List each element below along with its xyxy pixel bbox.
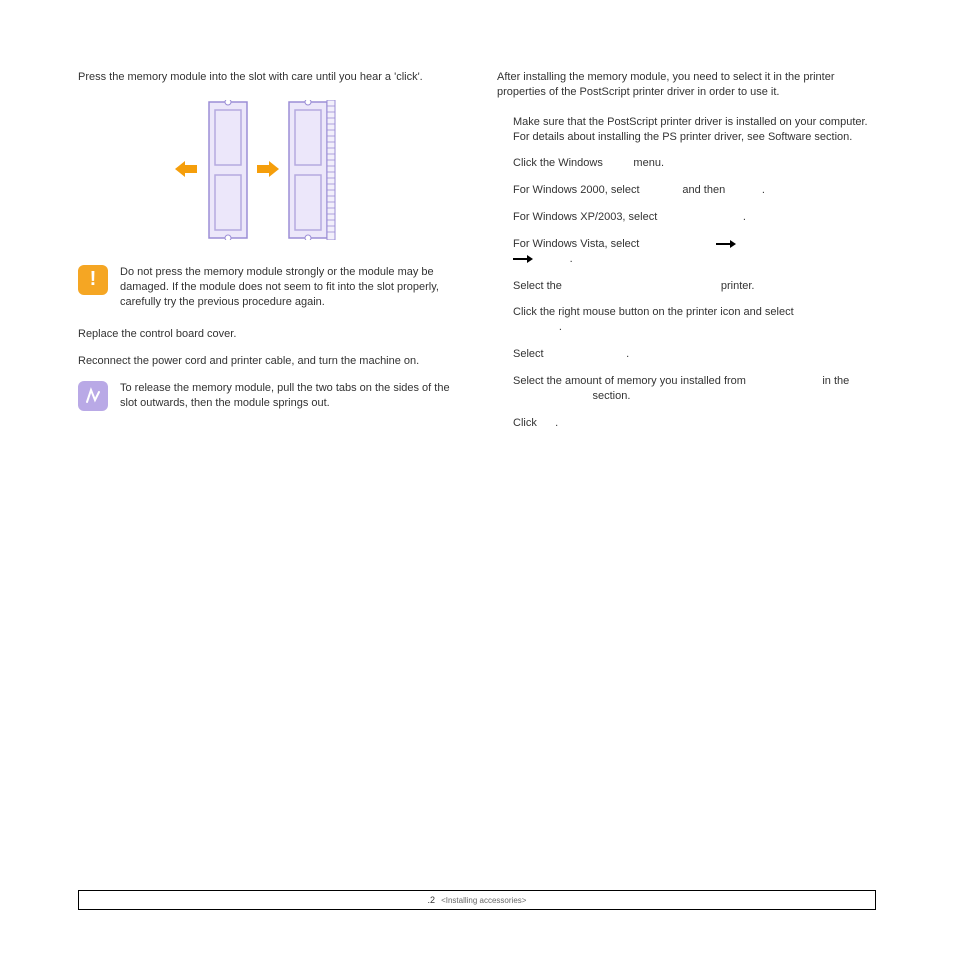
- text: .: [552, 417, 558, 429]
- step-win2000: For Windows 2000, select and then .: [513, 183, 876, 198]
- warning-text: Do not press the memory module strongly …: [120, 265, 457, 310]
- tip-text: To release the memory module, pull the t…: [120, 381, 457, 411]
- arrow-icon: [513, 255, 533, 263]
- step-driver-install: Make sure that the PostScript printer dr…: [513, 115, 876, 145]
- text: For Windows 2000, select: [513, 184, 643, 196]
- page-footer: .2 <Installing accessories>: [78, 890, 876, 910]
- text: .: [559, 321, 562, 333]
- text: Click the Windows: [513, 157, 606, 169]
- module-insert-right: [283, 100, 333, 240]
- text: Click: [513, 417, 540, 429]
- text: Select the: [513, 280, 565, 292]
- text: .: [567, 253, 573, 265]
- step-click-ok: Click .: [513, 416, 876, 431]
- memory-module-slot-icon: [283, 100, 339, 240]
- step-winxp2003: For Windows XP/2003, select .: [513, 210, 876, 225]
- module-insert-left: [203, 100, 253, 240]
- text: menu.: [630, 157, 664, 169]
- text: .: [623, 348, 629, 360]
- memory-module-illustration: [78, 100, 457, 240]
- intro-text: After installing the memory module, you …: [497, 70, 876, 100]
- arrow-left-icon: [175, 160, 199, 178]
- warning-note: ! Do not press the memory module strongl…: [78, 265, 457, 310]
- text: and then: [679, 184, 728, 196]
- text: section.: [589, 390, 630, 402]
- note-icon: [78, 381, 108, 411]
- step-winvista: For Windows Vista, select .: [513, 237, 876, 267]
- step-select-printer: Select the printer.: [513, 279, 876, 294]
- text: For Windows XP/2003, select: [513, 211, 660, 223]
- text: printer.: [718, 280, 755, 292]
- step-right-click: Click the right mouse button on the prin…: [513, 305, 876, 335]
- step-select-memory: Select the amount of memory you installe…: [513, 374, 876, 404]
- text: Select the amount of memory you installe…: [513, 375, 749, 387]
- step-reconnect: Reconnect the power cord and printer cab…: [78, 354, 457, 369]
- step-select-tab: Select .: [513, 347, 876, 362]
- warning-icon: !: [78, 265, 108, 295]
- text: .: [740, 211, 746, 223]
- memory-module-icon: [203, 100, 253, 240]
- text: For Windows Vista, select: [513, 238, 642, 250]
- arrow-right-icon: [255, 160, 279, 178]
- step-press: Press the memory module into the slot wi…: [78, 70, 457, 85]
- tip-note: To release the memory module, pull the t…: [78, 381, 457, 411]
- arrow-icon: [716, 240, 736, 248]
- chapter-label: <Installing accessories>: [441, 896, 526, 905]
- step-click-windows: Click the Windows menu.: [513, 156, 876, 171]
- text: Select: [513, 348, 547, 360]
- text: Click the right mouse button on the prin…: [513, 306, 794, 318]
- text: .: [759, 184, 765, 196]
- page-number: .2: [428, 895, 436, 905]
- step-replace-cover: Replace the control board cover.: [78, 327, 457, 342]
- text: in the: [819, 375, 849, 387]
